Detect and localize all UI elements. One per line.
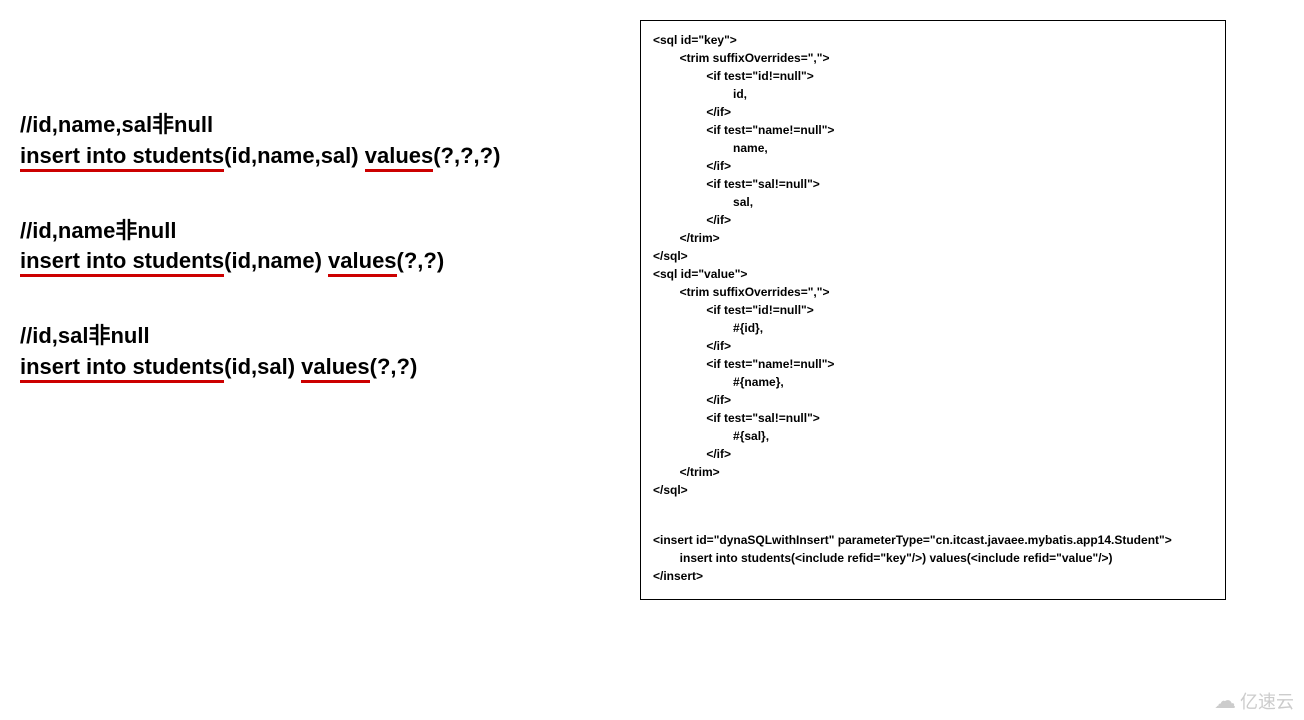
code-line: <sql id="key"> [653,31,1213,49]
example-1: //id,name,sal非null insert into students(… [20,110,500,172]
code-line: </if> [653,391,1213,409]
code-line: </trim> [653,463,1213,481]
code-line: sal, [653,193,1213,211]
code-line: <trim suffixOverrides=","> [653,283,1213,301]
code-line: <if test="name!=null"> [653,121,1213,139]
code-line: <if test="id!=null"> [653,67,1213,85]
watermark-text: 亿速云 [1240,688,1294,714]
watermark: ☁ 亿速云 [1214,688,1294,714]
code-line: <sql id="value"> [653,265,1213,283]
code-line: id, [653,85,1213,103]
example-2: //id,name非null insert into students(id,n… [20,216,500,278]
sql-3: insert into students(id,sal) values(?,?) [20,352,500,383]
code-line: </if> [653,103,1213,121]
cloud-icon: ☁ [1214,688,1236,714]
code-line: #{sal}, [653,427,1213,445]
code-line: <if test="sal!=null"> [653,175,1213,193]
comment-2: //id,name非null [20,216,500,247]
code-line: </if> [653,445,1213,463]
code-gap [653,499,1213,515]
code-line: </if> [653,157,1213,175]
code-gap [653,515,1213,531]
code-line: <if test="sal!=null"> [653,409,1213,427]
code-line: <if test="id!=null"> [653,301,1213,319]
code-line: <insert id="dynaSQLwithInsert" parameter… [653,531,1213,549]
code-line: <trim suffixOverrides=","> [653,49,1213,67]
code-line: insert into students(<include refid="key… [653,549,1213,567]
code-line: #{id}, [653,319,1213,337]
code-line: </insert> [653,567,1213,585]
comment-1: //id,name,sal非null [20,110,500,141]
example-3: //id,sal非null insert into students(id,sa… [20,321,500,383]
code-line: #{name}, [653,373,1213,391]
code-line: </sql> [653,247,1213,265]
code-line: </sql> [653,481,1213,499]
sql-1: insert into students(id,name,sal) values… [20,141,500,172]
code-line: </trim> [653,229,1213,247]
left-sql-examples: //id,name,sal非null insert into students(… [20,110,500,427]
code-line: <if test="name!=null"> [653,355,1213,373]
comment-3: //id,sal非null [20,321,500,352]
sql-2: insert into students(id,name) values(?,?… [20,246,500,277]
code-line: </if> [653,337,1213,355]
xml-code-box: <sql id="key"> <trim suffixOverrides=","… [640,20,1226,600]
code-line: </if> [653,211,1213,229]
code-line: name, [653,139,1213,157]
